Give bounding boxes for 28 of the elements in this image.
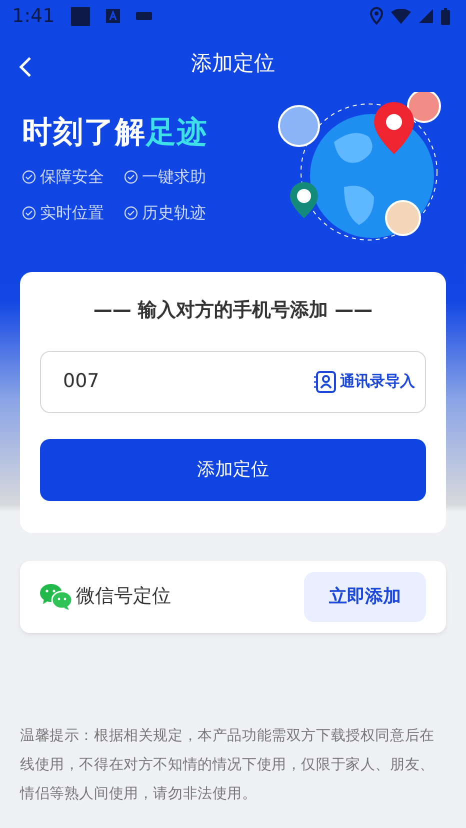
back-icon (18, 56, 32, 78)
add-location-button[interactable]: 添加定位 (40, 438, 426, 500)
check-circle-icon (22, 170, 36, 184)
contact-book-icon (314, 370, 336, 392)
wifi-icon (391, 8, 411, 24)
headline: 时刻了解足迹 (22, 114, 209, 152)
wechat-location-label: 微信号定位 (76, 584, 171, 610)
location-icon (370, 7, 383, 25)
contacts-import-link[interactable]: 通讯录导入 (314, 370, 415, 393)
check-circle-icon (124, 170, 138, 184)
feature-label: 一键求助 (142, 166, 206, 188)
feature-label: 保障安全 (40, 166, 104, 188)
status-time: 1:41 (12, 4, 55, 29)
feature-label: 实时位置 (40, 202, 104, 224)
feature-label: 历史轨迹 (142, 202, 206, 224)
card-title: —— 输入对方的手机号添加 —— (92, 298, 374, 323)
check-circle-icon (124, 206, 138, 220)
add-now-button[interactable]: 立即添加 (304, 572, 426, 622)
notice-text: 温馨提示：根据相关规定，本产品功能需双方下载授权同意后在线使用，不得在对方不知情的情况下使用，仅限于家人、朋友、情侣等熟人间使用，请勿非法使用。 (20, 726, 436, 804)
check-circle-icon (22, 206, 36, 220)
notification-icon (106, 9, 120, 23)
keyboard-icon (136, 12, 152, 20)
notification-icon (70, 6, 90, 26)
battery-icon (441, 8, 450, 24)
page-title: 添加定位 (191, 50, 275, 78)
phone-input-field[interactable]: 007 通讯录导入 (40, 350, 426, 412)
chat-bubbles-icon (40, 584, 72, 610)
signal-icon (419, 9, 433, 23)
